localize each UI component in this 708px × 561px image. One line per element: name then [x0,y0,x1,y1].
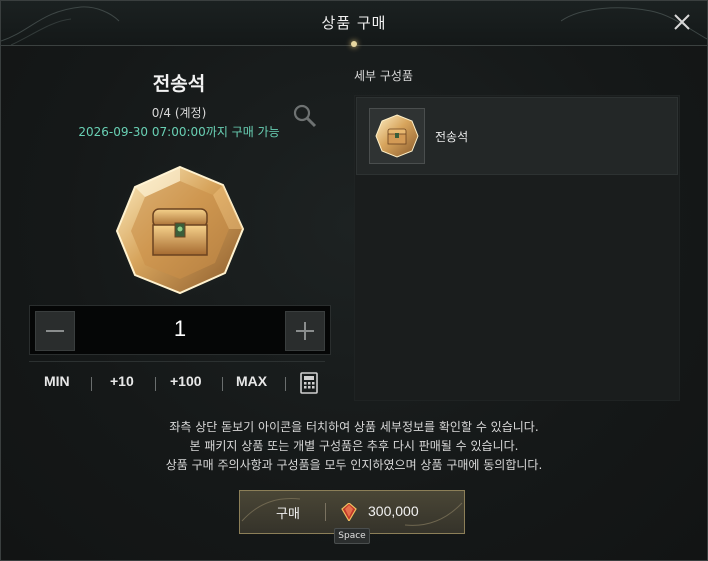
notice-line: 상품 구매 주의사항과 구성품을 모두 인지하였으며 상품 구매에 동의합니다. [165,458,543,472]
treasure-chest-gem-icon [375,114,419,158]
separator [222,377,223,391]
divider [29,361,325,362]
details-panel: 전송석 [354,95,680,401]
price: 300,000 [368,503,419,519]
purchase-limit: 0/4 (계정) [151,106,207,120]
purchase-label: 구매 [276,507,300,522]
details-title: 세부 구성품 [354,69,414,83]
purchase-deadline: 2026-09-30 07:00:00까지 구매 가능 [78,125,280,139]
calculator-icon [300,372,318,394]
title-bar: 상품 구매 [1,1,707,47]
increase-button[interactable] [285,311,325,351]
separator [91,377,92,391]
plus-10-button[interactable]: +10 [110,373,134,389]
decrease-button[interactable] [35,311,75,351]
product-name: 전송석 [152,73,206,95]
item-name: 전송석 [435,130,469,144]
plus-100-button[interactable]: +100 [170,373,202,389]
plus-icon [296,322,314,340]
quantity-stepper: 1 [29,305,331,355]
close-icon [674,14,690,30]
product-image [110,161,250,301]
min-button[interactable]: MIN [44,373,70,389]
calculator-button[interactable] [298,372,320,394]
separator [155,377,156,391]
close-button[interactable] [671,11,693,33]
list-item[interactable]: 전송석 [356,97,678,175]
quick-quantity-bar: MIN +10 +100 MAX [29,372,329,397]
item-thumbnail [369,108,425,164]
hotkey-badge: Space [334,528,370,544]
minus-icon [46,330,64,332]
dialog-title: 상품 구매 [321,14,387,32]
quantity-value[interactable]: 1 [80,316,280,342]
notice-line: 본 패키지 상품 또는 개별 구성품은 추후 다시 판매될 수 있습니다. [189,439,519,453]
red-gem-icon [341,503,357,521]
purchase-dialog: 상품 구매 전송석 0/4 (계정) 2026-09-30 07:00:00까지… [0,0,708,561]
magnifier-button[interactable] [292,103,318,129]
notice-text: 좌측 상단 돋보기 아이콘을 터치하여 상품 세부정보를 확인할 수 있습니다.… [1,418,707,475]
max-button[interactable]: MAX [236,373,267,389]
separator [325,503,326,521]
notice-line: 좌측 상단 돋보기 아이콘을 터치하여 상품 세부정보를 확인할 수 있습니다. [169,420,539,434]
title-glow-dot [351,41,357,47]
search-icon [293,104,317,128]
separator [285,377,286,391]
